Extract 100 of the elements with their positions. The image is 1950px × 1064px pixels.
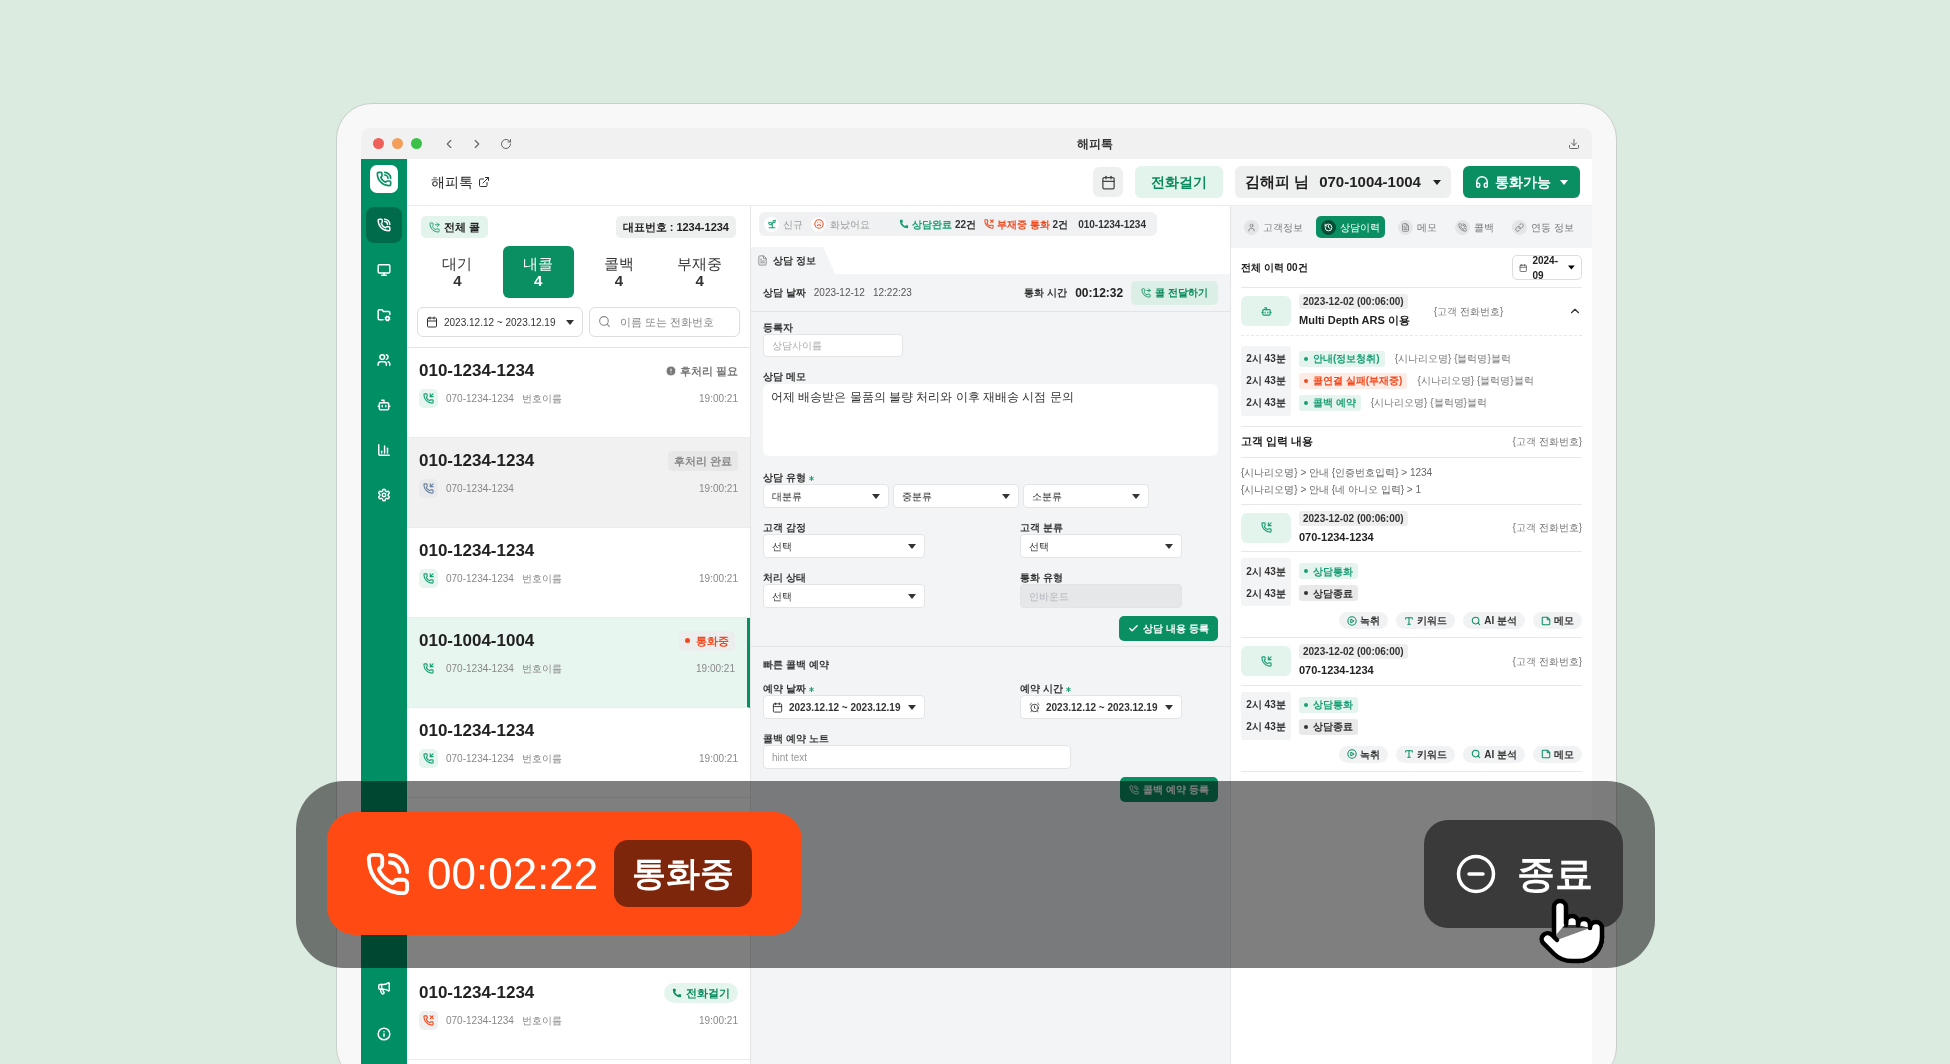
completed-count: 상담완료 22건	[912, 217, 977, 232]
call-tab[interactable]: 부재중 4	[664, 246, 735, 298]
call-button[interactable]: 전화걸기	[1135, 166, 1223, 198]
end-call-button[interactable]: 종료	[1424, 820, 1623, 928]
field-label: 상담 날짜	[763, 286, 806, 300]
search-icon	[1471, 749, 1482, 759]
submit-button[interactable]: 상담 내용 등록	[1119, 616, 1218, 641]
call-tab[interactable]: 콜백 4	[583, 246, 655, 298]
missed-count: 부재중 통화 2건	[997, 217, 1069, 232]
action-button[interactable]: 키워드	[1396, 612, 1456, 629]
megaphone-icon	[377, 981, 391, 995]
calendar-icon	[1519, 262, 1528, 273]
phone-icon	[1455, 219, 1470, 235]
link-icon	[1512, 219, 1527, 235]
field-label: 고객 감정	[763, 522, 807, 534]
external-link-icon[interactable]	[478, 176, 490, 188]
input-field[interactable]: hint text	[763, 745, 1071, 769]
action-button[interactable]: AI 분석	[1463, 745, 1525, 763]
call-row[interactable]: 010-1234-1234 후처리 완료 070-1234-1234 19:00:21	[407, 438, 750, 528]
caret-icon	[1165, 543, 1173, 549]
call-timer: 00:02:22	[427, 847, 599, 900]
call-tab[interactable]: 내콜 4	[502, 246, 574, 298]
settings-icon	[377, 488, 391, 502]
event-time: 2시 43분	[1245, 720, 1287, 734]
input-field[interactable]: 상담사이름	[763, 334, 903, 357]
call-row[interactable]: 010-1004-1004 통화중 070-1234-1234 번호이름 19:00:21	[407, 618, 750, 708]
dropdown[interactable]: 소분류	[1023, 484, 1149, 508]
action-button[interactable]: 메모	[1533, 612, 1582, 629]
dropdown[interactable]: 중분류	[893, 484, 1019, 508]
status-dropdown[interactable]: 통화가능	[1463, 166, 1580, 198]
dropdown[interactable]: 선택	[763, 584, 925, 608]
input-path-text: {시나리오명} > 안내 {네 아니오 입력} > 1	[1241, 482, 1423, 497]
caret-icon	[1568, 265, 1575, 270]
call-button[interactable]: 전화걸기	[664, 982, 738, 1003]
close-button[interactable]	[373, 138, 384, 149]
info-icon	[377, 1027, 391, 1041]
field-label: 통화 유형	[1020, 572, 1064, 584]
call-time: 19:00:21	[699, 1013, 738, 1028]
caret-icon	[908, 543, 916, 549]
history-datetime: 2023-12-02 (00:06:00)	[1299, 510, 1408, 526]
call-type-icon	[419, 478, 438, 498]
memo-textarea[interactable]: 어제 배송받은 물품의 불량 처리와 이후 재배송 시점 문의	[763, 384, 1218, 456]
filter-chip[interactable]: 전체 콜	[421, 215, 489, 239]
action-button[interactable]: AI 분석	[1463, 612, 1525, 629]
dropdown[interactable]: 선택	[1020, 534, 1182, 558]
month-dropdown[interactable]: 2024-09	[1512, 255, 1582, 280]
dropdown[interactable]: 2023.12.12 ~ 2023.12.19	[763, 695, 925, 719]
caret-icon	[1002, 493, 1010, 499]
phone-number: 010-1004-1004	[419, 630, 535, 652]
calendar-button[interactable]	[1093, 167, 1123, 197]
event-label: 안내(정보청취)	[1313, 352, 1380, 366]
robot-icon	[377, 398, 391, 412]
search-field[interactable]: 이름 또는 전화번호	[589, 307, 740, 337]
status-badge: 후처리 완료	[667, 450, 738, 471]
action-button[interactable]: 녹취	[1339, 745, 1389, 763]
history-count: 전체 이력 00건	[1241, 261, 1308, 275]
caret-icon	[872, 493, 880, 499]
call-tab[interactable]: 대기 4	[422, 246, 493, 298]
event-label: 콜연결 실패(부재중)	[1313, 374, 1403, 388]
alarm-clock-icon	[1029, 701, 1040, 713]
action-button[interactable]: 메모	[1533, 745, 1582, 763]
maximize-button[interactable]	[411, 138, 422, 149]
history-tab[interactable]: 메모	[1393, 216, 1442, 238]
history-tab[interactable]: 연동 정보	[1507, 216, 1579, 238]
call-type-icon	[419, 568, 438, 588]
history-tab[interactable]: 고객정보	[1239, 216, 1308, 238]
customer-tag: 신규	[783, 216, 803, 232]
history-tab[interactable]: 콜백	[1450, 216, 1499, 238]
event-time: 2시 43분	[1245, 396, 1287, 410]
dropdown[interactable]: 2023.12.12 ~ 2023.12.19	[1020, 695, 1182, 719]
reload-icon[interactable]	[500, 137, 512, 150]
dropdown[interactable]: 선택	[763, 534, 925, 558]
event-time: 2시 43분	[1245, 374, 1287, 388]
call-type-icon	[419, 748, 438, 768]
download-icon[interactable]	[1568, 137, 1580, 150]
phone-number: 010-1234-1234	[419, 450, 535, 472]
phone-icon	[899, 219, 910, 229]
line-name: 번호이름	[521, 571, 562, 586]
history-title: 070-1234-1234	[1299, 529, 1374, 545]
section-tab[interactable]: 상담 정보	[751, 247, 835, 274]
dropdown[interactable]: 대분류	[763, 484, 889, 508]
date-range-dropdown[interactable]: 2023.12.12 ~ 2023.12.19	[417, 307, 583, 337]
action-button[interactable]: 키워드	[1396, 745, 1456, 763]
phone-forward-icon	[1141, 287, 1152, 298]
event-label: 상담통화	[1313, 698, 1353, 712]
history-title: Multi Depth ARS 이용	[1299, 313, 1410, 328]
agent-dropdown[interactable]: 김해피 님 070-1004-1004	[1235, 166, 1451, 198]
caret-icon	[1132, 493, 1140, 499]
caret-icon	[908, 593, 916, 599]
field-label: 예약 날짜	[763, 683, 806, 695]
line-number: 070-1234-1234	[446, 391, 514, 406]
transfer-call-button[interactable]: 콜 전달하기	[1131, 280, 1218, 305]
action-button[interactable]: 녹취	[1339, 612, 1389, 629]
text-icon	[1404, 749, 1415, 759]
history-tab[interactable]: 상담이력	[1316, 216, 1385, 238]
line-number: 070-1234-1234	[446, 751, 514, 766]
status-label: 후처리 필요	[679, 363, 738, 379]
caret-icon	[1560, 179, 1568, 185]
field-label: 통화 시간	[1024, 286, 1068, 300]
sidebar-item[interactable]	[366, 207, 402, 243]
